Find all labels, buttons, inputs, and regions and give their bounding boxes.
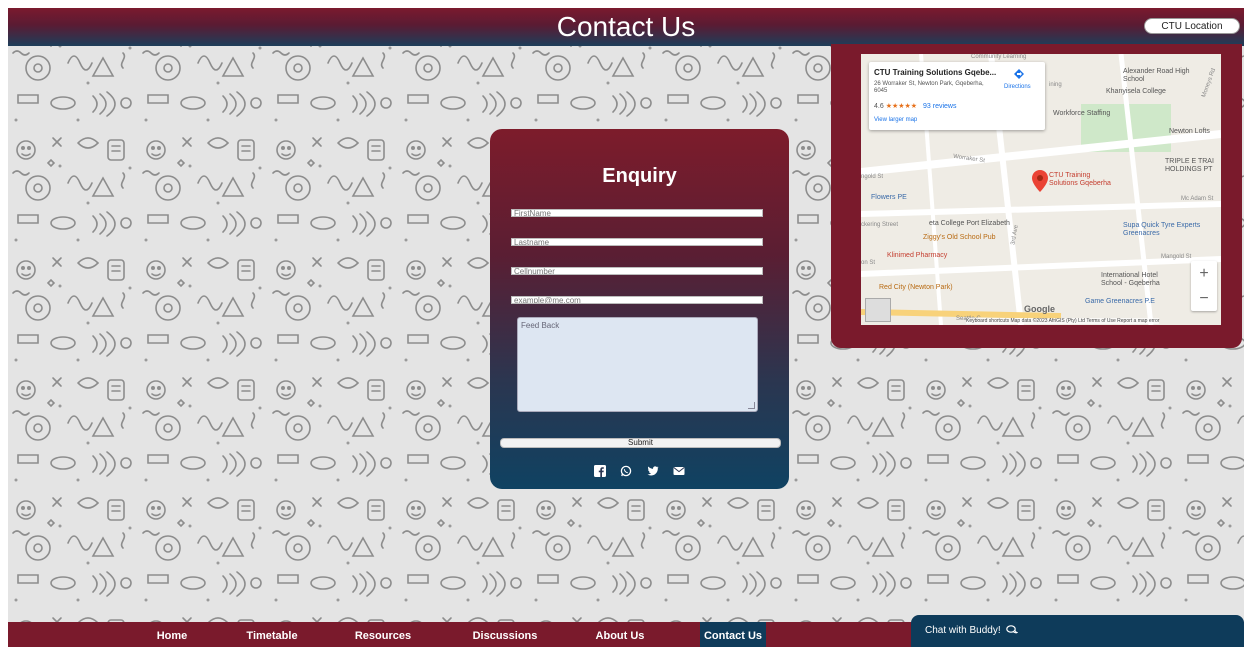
- whatsapp-icon[interactable]: [620, 465, 632, 477]
- place-name: CTU Training Solutions Gqebe...: [874, 68, 997, 77]
- nav-item-home[interactable]: Home: [148, 622, 196, 647]
- chat-widget[interactable]: Chat with Buddy!: [911, 615, 1244, 647]
- map-zoom-control: + −: [1191, 261, 1217, 311]
- page-header: Contact Us CTU Location: [8, 8, 1244, 46]
- map-label-international: International Hotel School - Gqeberha: [1101, 272, 1160, 287]
- feedback-textarea[interactable]: Feed Back: [517, 317, 758, 412]
- reviews-link[interactable]: 93 reviews: [923, 103, 956, 110]
- map-pin-icon[interactable]: [1032, 170, 1048, 192]
- map-label-flowers: Flowers PE: [871, 194, 907, 201]
- zoom-out-button[interactable]: −: [1191, 286, 1217, 311]
- map-place-card: CTU Training Solutions Gqebe... 26 Worra…: [869, 62, 1045, 130]
- cellnumber-input[interactable]: [511, 267, 763, 275]
- zoom-in-button[interactable]: +: [1191, 261, 1217, 286]
- directions-icon[interactable]: [1013, 68, 1025, 80]
- map-label-leon: on St: [861, 260, 876, 266]
- email-input[interactable]: [511, 296, 763, 304]
- twitter-icon[interactable]: [647, 465, 659, 477]
- nav-item-timetable[interactable]: Timetable: [240, 622, 304, 647]
- map-label-mangold: Mangold St: [1161, 254, 1192, 260]
- submit-button[interactable]: Submit: [500, 438, 781, 448]
- ctu-location-button[interactable]: CTU Location: [1144, 18, 1240, 34]
- email-icon[interactable]: [673, 465, 685, 477]
- map-label-alexander: Alexander Road High School: [1123, 68, 1190, 83]
- map-label-mcadam: Mc Adam St: [1181, 196, 1214, 202]
- nav-item-about-us[interactable]: About Us: [588, 622, 652, 647]
- map-label-red-city: Red City (Newton Park): [879, 284, 953, 291]
- map-label-game: Game Greenacres P.E: [1085, 298, 1155, 305]
- lastname-input[interactable]: [511, 238, 763, 246]
- map-label-ctu-pin: CTU Training Solutions Gqeberha: [1049, 172, 1111, 187]
- feedback-placeholder: Feed Back: [521, 321, 560, 330]
- map-label-newton-lofts: Newton Lofts: [1169, 128, 1210, 135]
- chat-label: Chat with Buddy!: [925, 625, 1001, 636]
- view-larger-map-link[interactable]: View larger map: [874, 117, 917, 123]
- directions-link[interactable]: Directions: [1004, 84, 1031, 90]
- map-label-supa: Supa Quick Tyre Experts Greenacres: [1123, 222, 1201, 237]
- page-title: Contact Us: [556, 11, 696, 42]
- chat-bubble-icon: [1006, 625, 1019, 634]
- social-links: [490, 462, 789, 480]
- map-label-ziggys: Ziggy's Old School Pub: [923, 234, 996, 241]
- rating-value: 4.6: [874, 103, 884, 110]
- google-logo: Google: [1024, 304, 1055, 314]
- map-label-ining: ining: [1049, 82, 1062, 88]
- map-label-community: Community Learning: [971, 54, 1027, 60]
- google-map[interactable]: Community Learning Alexander Road High S…: [861, 54, 1221, 325]
- map-label-workforce: Workforce Staffing: [1053, 110, 1111, 117]
- page: Contact Us CTU Location Community Learni…: [8, 8, 1244, 647]
- rating-stars: ★★★★★: [885, 103, 918, 110]
- map-label-khanyisela: Khanyisela College: [1106, 88, 1166, 95]
- map-label-klinimed: Klinimed Pharmacy: [887, 252, 948, 259]
- map-label-gold: ngold St: [861, 174, 884, 180]
- nav-item-resources[interactable]: Resources: [348, 622, 418, 647]
- place-address: 26 Worraker St, Newton Park, Gqeberha, 6…: [874, 81, 984, 94]
- map-label-college: eta College Port Elizabeth: [929, 220, 1010, 227]
- place-rating: 4.6 ★★★★★ 93 reviews: [874, 102, 957, 110]
- enquiry-title: Enquiry: [602, 165, 677, 187]
- nav-item-contact-us[interactable]: Contact Us: [700, 622, 766, 647]
- facebook-icon[interactable]: [593, 464, 606, 477]
- map-panel: Community Learning Alexander Road High S…: [831, 44, 1242, 348]
- enquiry-form: Enquiry Feed Back Submit: [490, 129, 789, 489]
- resize-handle[interactable]: [748, 402, 755, 409]
- map-attribution: Keyboard shortcuts Map data ©2023 AfriGI…: [966, 318, 1160, 324]
- map-label-hickering: ckering Street: [861, 222, 899, 228]
- nav-item-discussions[interactable]: Discussions: [464, 622, 546, 647]
- firstname-input[interactable]: [511, 209, 763, 217]
- map-label-triple-e: TRIPLE E TRAI HOLDINGS PT: [1165, 158, 1214, 173]
- map-type-thumbnail[interactable]: [865, 298, 891, 322]
